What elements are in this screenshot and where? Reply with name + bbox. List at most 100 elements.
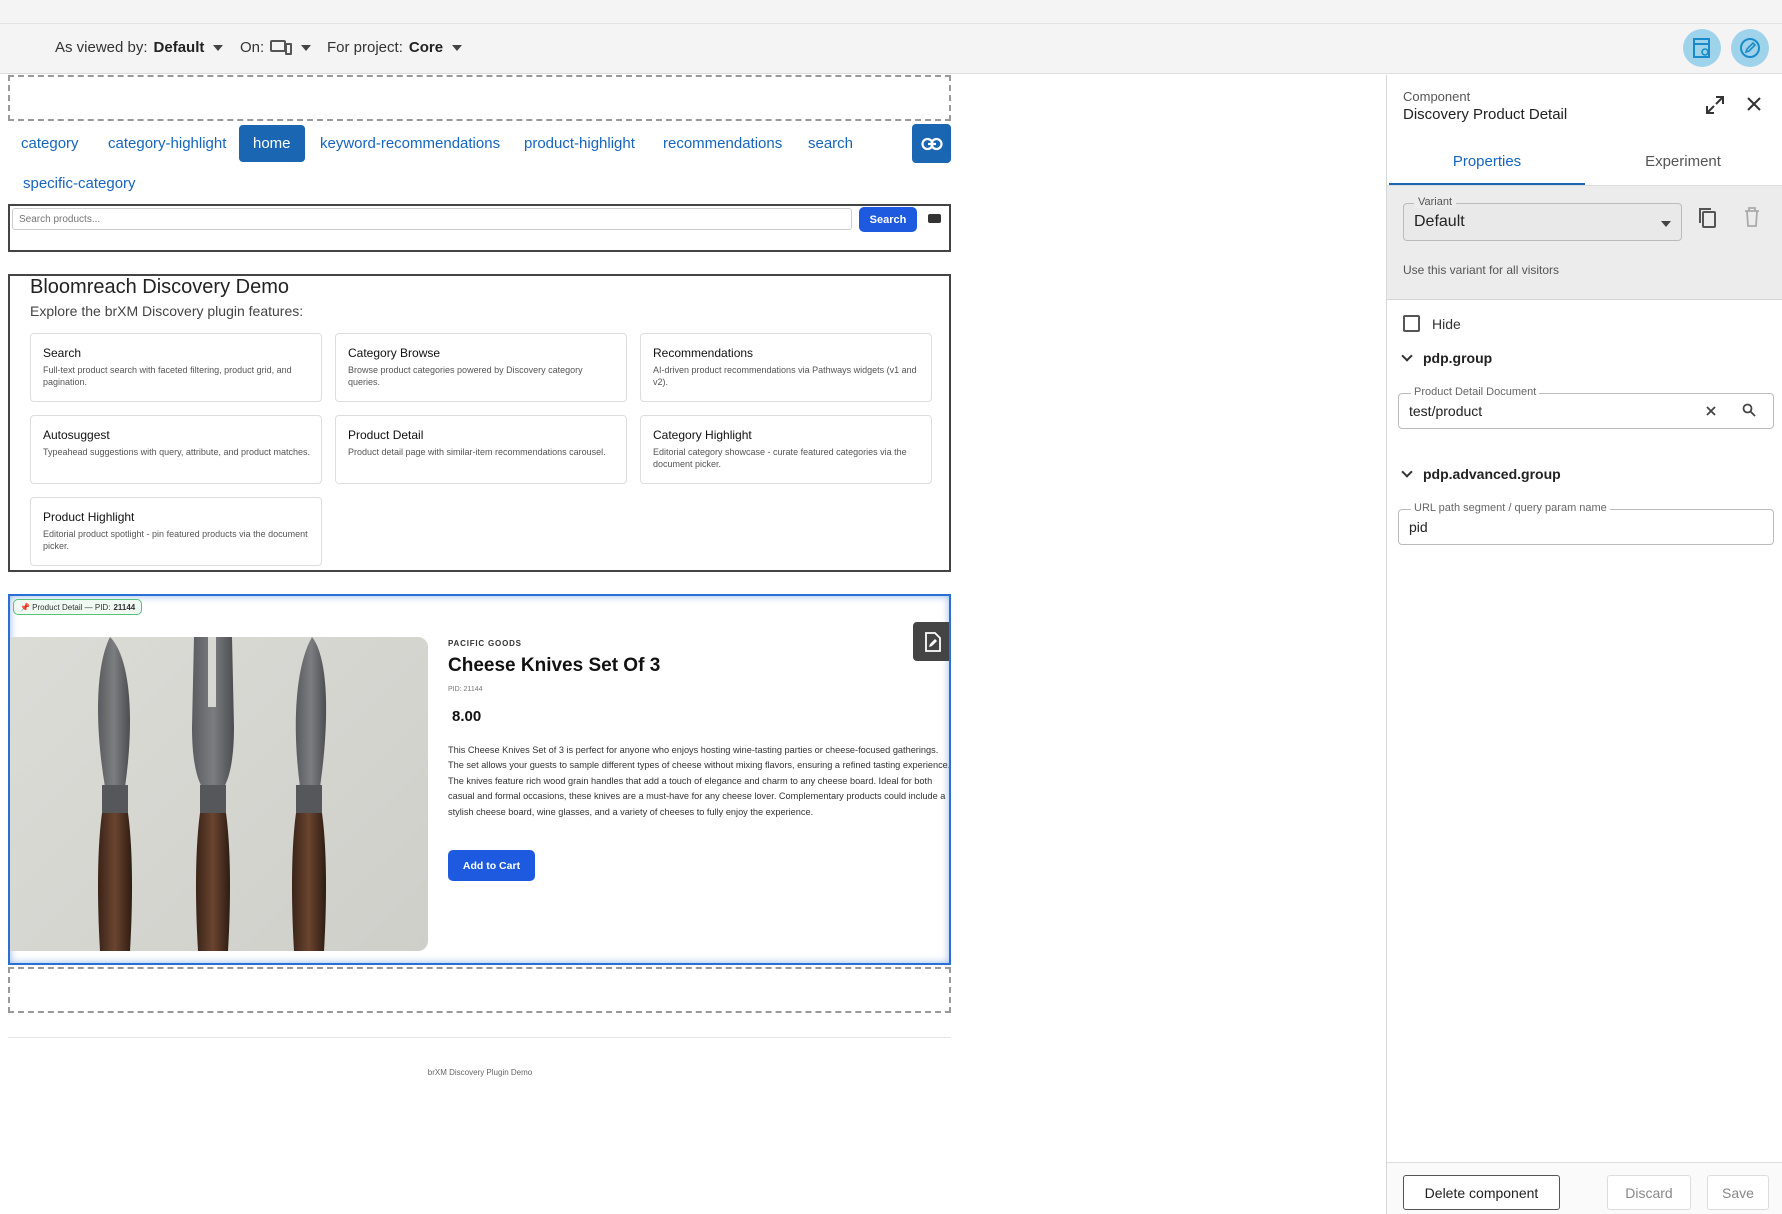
menu-link-button[interactable] <box>912 124 951 163</box>
hide-checkbox-row[interactable]: Hide <box>1403 315 1461 332</box>
top-strip <box>0 0 1782 24</box>
group-toggle-pdp[interactable]: pdp.group <box>1401 349 1493 366</box>
footer-text: brXM Discovery Plugin Demo <box>427 1068 533 1077</box>
nav-link-keyword-recommendations[interactable]: keyword-recommendations <box>320 135 500 152</box>
search-icon <box>1742 403 1756 417</box>
page-canvas: category category-highlight home keyword… <box>0 75 1386 1214</box>
edit-mode-button[interactable] <box>1731 29 1769 67</box>
card-desc: Editorial category showcase - curate fea… <box>653 447 907 469</box>
group-title: pdp.advanced.group <box>1423 466 1561 482</box>
chevron-down-icon <box>1401 465 1413 478</box>
viewed-by-label: As viewed by: <box>55 39 148 56</box>
product-badge: 📌 Product Detail — PID: 21144 <box>13 599 143 615</box>
card-desc: Typeahead suggestions with query, attrib… <box>43 447 310 457</box>
variant-section: Variant Default Use this variant for all… <box>1387 186 1782 300</box>
desktop-mobile-icon <box>270 40 293 55</box>
panel-component-name: Discovery Product Detail <box>1403 106 1568 123</box>
nav-link-recommendations[interactable]: recommendations <box>663 135 782 152</box>
project-value: Core <box>408 39 444 56</box>
delete-variant-button[interactable] <box>1743 207 1761 232</box>
component-properties-panel: Component Discovery Product Detail Prope… <box>1386 75 1782 1214</box>
delete-component-button[interactable]: Delete component <box>1403 1175 1560 1210</box>
card-title: Product Detail <box>348 428 424 442</box>
expand-icon <box>1706 96 1724 114</box>
expand-button[interactable] <box>1705 95 1725 120</box>
trash-icon <box>1745 207 1759 227</box>
page-preview-button[interactable] <box>1683 29 1721 67</box>
chevron-down-icon <box>1661 221 1671 227</box>
nav-link-home[interactable]: home <box>239 125 305 162</box>
empty-container-top[interactable] <box>8 75 951 121</box>
hide-checkbox[interactable] <box>1403 315 1420 332</box>
hide-label: Hide <box>1432 315 1461 332</box>
discard-button[interactable]: Discard <box>1607 1175 1691 1210</box>
field-label: Product Detail Document <box>1411 386 1540 398</box>
device-label: On: <box>240 39 265 56</box>
camera-icon[interactable] <box>928 214 941 223</box>
tab-properties[interactable]: Properties <box>1389 153 1585 185</box>
chevron-down-icon <box>1401 349 1413 362</box>
feature-card-recommendations[interactable]: Recommendations AI-driven product recomm… <box>640 333 932 402</box>
nav-link-category-highlight[interactable]: category-highlight <box>108 135 226 152</box>
search-button[interactable]: Search <box>859 207 917 232</box>
empty-container-bottom[interactable] <box>8 967 951 1013</box>
field-value: pid <box>1409 519 1428 535</box>
clear-button[interactable] <box>1705 404 1717 422</box>
nav-link-search[interactable]: search <box>808 135 853 152</box>
close-icon <box>1706 406 1716 416</box>
badge-pid: 21144 <box>113 602 136 612</box>
feature-card-autosuggest[interactable]: Autosuggest Typeahead suggestions with q… <box>30 415 322 484</box>
panel-type-label: Component <box>1403 89 1471 104</box>
variant-select[interactable]: Variant Default <box>1403 196 1682 241</box>
search-input[interactable] <box>12 208 852 230</box>
feature-card-category-highlight[interactable]: Category Highlight Editorial category sh… <box>640 415 932 484</box>
nav-link-category[interactable]: category <box>21 135 79 152</box>
page-preview-icon <box>1693 38 1710 58</box>
viewed-by-value: Default <box>153 39 205 56</box>
close-panel-button[interactable] <box>1745 95 1763 118</box>
param-name-field[interactable]: URL path segment / query param name pid <box>1398 502 1774 545</box>
card-title: Product Highlight <box>43 510 135 524</box>
product-pid: PID: 21144 <box>448 686 483 693</box>
variant-value: Default <box>1414 213 1465 230</box>
card-title: Recommendations <box>653 346 754 360</box>
product-price: 8.00 <box>452 708 482 725</box>
group-title: pdp.group <box>1423 350 1493 366</box>
viewed-by-dropdown[interactable]: As viewed by: Default <box>55 39 224 56</box>
add-to-cart-button[interactable]: Add to Cart <box>448 850 535 881</box>
card-desc: Editorial product spotlight - pin featur… <box>43 529 308 551</box>
copy-icon <box>1699 208 1716 228</box>
project-dropdown[interactable]: For project: Core <box>327 39 463 56</box>
card-title: Autosuggest <box>43 428 110 442</box>
field-label: URL path segment / query param name <box>1411 502 1610 514</box>
field-value: test/product <box>1409 403 1483 419</box>
edit-document-button[interactable] <box>913 622 949 661</box>
feature-card-product-highlight[interactable]: Product Highlight Editorial product spot… <box>30 497 322 566</box>
feature-card-category-browse[interactable]: Category Browse Browse product categorie… <box>335 333 627 402</box>
tab-experiment[interactable]: Experiment <box>1585 153 1781 185</box>
demo-subtitle: Explore the brXM Discovery plugin featur… <box>30 303 304 319</box>
group-toggle-pdp-advanced[interactable]: pdp.advanced.group <box>1401 465 1561 482</box>
card-desc: Product detail page with similar-item re… <box>348 447 606 457</box>
cheese-knives-image <box>98 637 327 951</box>
link-icon <box>920 137 943 150</box>
badge-prefix: 📌 Product Detail — PID: <box>20 602 111 612</box>
device-dropdown[interactable]: On: <box>240 39 312 56</box>
feature-card-product-detail[interactable]: Product Detail Product detail page with … <box>335 415 627 484</box>
chevron-down-icon <box>213 44 224 51</box>
card-title: Category Highlight <box>653 428 752 442</box>
channel-toolbar: As viewed by: Default On: For project: C… <box>0 24 1782 74</box>
card-desc: Full-text product search with faceted fi… <box>43 365 292 387</box>
nav-link-specific-category[interactable]: specific-category <box>23 175 136 192</box>
feature-card-search[interactable]: Search Full-text product search with fac… <box>30 333 322 402</box>
save-button[interactable]: Save <box>1707 1175 1769 1210</box>
product-detail-component[interactable]: 📌 Product Detail — PID: 21144 PACIFIC GO… <box>8 594 951 965</box>
copy-variant-button[interactable] <box>1697 207 1717 234</box>
search-document-button[interactable] <box>1742 403 1756 422</box>
product-document-field[interactable]: Product Detail Document test/product <box>1398 386 1774 429</box>
search-component: Search <box>8 204 951 252</box>
edit-document-icon <box>924 631 941 652</box>
product-image <box>10 637 428 951</box>
nav-link-product-highlight[interactable]: product-highlight <box>524 135 635 152</box>
demo-intro-component: Bloomreach Discovery Demo Explore the br… <box>8 274 951 572</box>
